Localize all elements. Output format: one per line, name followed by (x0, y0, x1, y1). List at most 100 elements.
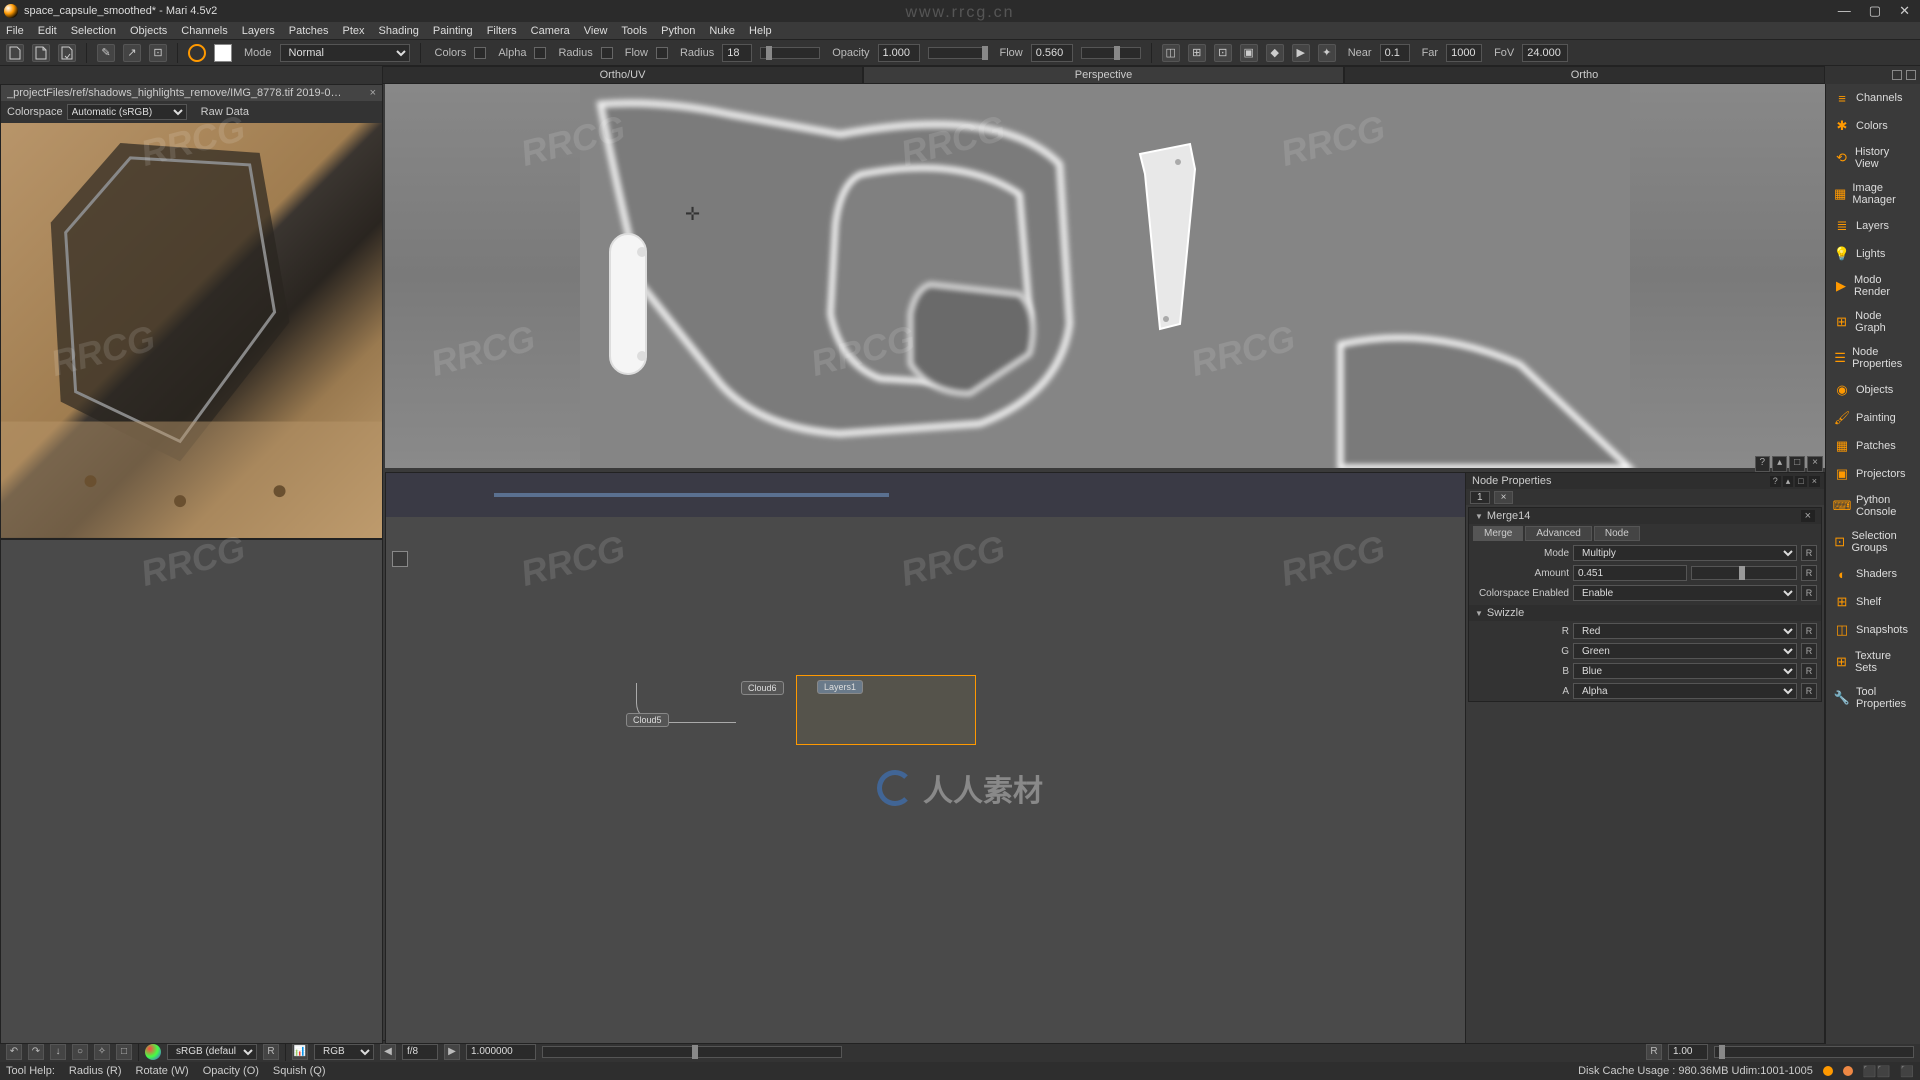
b-select[interactable]: Blue (1573, 663, 1797, 679)
value-slider[interactable] (1714, 1046, 1914, 1058)
new-icon[interactable] (6, 44, 24, 62)
menu-shading[interactable]: Shading (379, 25, 419, 37)
gamma-slider[interactable] (542, 1046, 842, 1058)
radius-slider[interactable] (760, 47, 820, 59)
sidebar-item-image-manager[interactable]: ▦Image Manager (1826, 176, 1920, 212)
reset-button[interactable]: R (1801, 643, 1817, 659)
amount-input[interactable] (1573, 565, 1687, 581)
sidebar-item-objects[interactable]: ◉Objects (1826, 376, 1920, 404)
reset-button[interactable]: R (1801, 565, 1817, 581)
menu-file[interactable]: File (6, 25, 24, 37)
panel-toggle-icon[interactable] (1892, 70, 1902, 80)
np-max-icon[interactable]: □ (1795, 476, 1806, 487)
colorspace-select[interactable]: Automatic (sRGB) (67, 104, 187, 120)
menu-selection[interactable]: Selection (71, 25, 116, 37)
section-header[interactable]: Merge14 (1487, 510, 1530, 522)
flow-checkbox[interactable] (656, 47, 668, 59)
a-select[interactable]: Alpha (1573, 683, 1797, 699)
node-graph-panel[interactable]: Cloud5 Cloud6 Layers1 (385, 472, 1560, 1044)
toolbar-icon-a[interactable]: ◫ (1162, 44, 1180, 62)
menu-filters[interactable]: Filters (487, 25, 517, 37)
close-button[interactable]: ✕ (1899, 3, 1910, 19)
np-up-icon[interactable]: ▴ (1783, 476, 1794, 487)
rgb-select[interactable]: RGB (314, 1044, 374, 1060)
r-button[interactable]: R (263, 1044, 279, 1060)
subtab-node[interactable]: Node (1594, 526, 1640, 541)
redo-icon[interactable]: ↷ (28, 1044, 44, 1060)
menu-patches[interactable]: Patches (289, 25, 329, 37)
sidebar-item-nodegraph[interactable]: ⊞Node Graph (1826, 304, 1920, 340)
menu-ptex[interactable]: Ptex (343, 25, 365, 37)
mode-select[interactable]: Multiply (1573, 545, 1797, 561)
minimize-button[interactable]: — (1838, 3, 1851, 19)
colors-checkbox[interactable] (474, 47, 486, 59)
vp-close-icon[interactable]: × (1807, 456, 1823, 472)
r-button-2[interactable]: R (1646, 1044, 1662, 1060)
sidebar-item-modo[interactable]: ▶Modo Render (1826, 268, 1920, 304)
sidebar-item-layers[interactable]: ≣Layers (1826, 212, 1920, 240)
panel-toggle-icon-2[interactable] (1906, 70, 1916, 80)
reset-button[interactable]: R (1801, 623, 1817, 639)
maximize-button[interactable]: ▢ (1869, 3, 1881, 19)
sidebar-item-colors[interactable]: ✱Colors (1826, 112, 1920, 140)
opacity-input[interactable] (878, 44, 920, 62)
menu-layers[interactable]: Layers (242, 25, 275, 37)
np-close-icon[interactable]: × (1809, 476, 1820, 487)
tool-icon-2[interactable]: ↗ (123, 44, 141, 62)
reset-button[interactable]: R (1801, 663, 1817, 679)
menu-camera[interactable]: Camera (531, 25, 570, 37)
sidebar-item-snapshots[interactable]: ◫Snapshots (1826, 616, 1920, 644)
sidebar-item-toolprops[interactable]: 🔧Tool Properties (1826, 680, 1920, 716)
reset-button[interactable]: R (1801, 683, 1817, 699)
tab-ortho[interactable]: Ortho (1344, 66, 1825, 84)
menu-tools[interactable]: Tools (621, 25, 647, 37)
sidebar-item-selection[interactable]: ⊡Selection Groups (1826, 524, 1920, 560)
near-input[interactable] (1380, 44, 1410, 62)
sidebar-item-channels[interactable]: ≡Channels (1826, 84, 1920, 112)
sidebar-item-shelf[interactable]: ⊞Shelf (1826, 588, 1920, 616)
sidebar-item-shaders[interactable]: ◐Shaders (1826, 560, 1920, 588)
menu-python[interactable]: Python (661, 25, 695, 37)
brush-ring-icon[interactable] (188, 44, 206, 62)
toolbar-icon-d[interactable]: ▣ (1240, 44, 1258, 62)
image-tab[interactable]: _projectFiles/ref/shadows_highlights_rem… (1, 85, 382, 101)
tool-icon-x2[interactable]: ✧ (94, 1044, 110, 1060)
tool-icon-1[interactable]: ✎ (97, 44, 115, 62)
sidebar-item-nodeprops[interactable]: ☰Node Properties (1826, 340, 1920, 376)
node-cloud5[interactable]: Cloud5 (626, 713, 669, 727)
swizzle-header[interactable]: Swizzle (1487, 607, 1524, 619)
histogram-icon[interactable]: 📊 (292, 1044, 308, 1060)
sidebar-item-lights[interactable]: 💡Lights (1826, 240, 1920, 268)
viewport-3d[interactable]: ✛ (385, 84, 1825, 468)
menu-view[interactable]: View (584, 25, 608, 37)
menu-nuke[interactable]: Nuke (709, 25, 735, 37)
sidebar-item-texturesets[interactable]: ⊞Texture Sets (1826, 644, 1920, 680)
image-tab-close-icon[interactable]: × (370, 87, 376, 99)
node-layers1[interactable]: Layers1 (817, 680, 863, 694)
sidebar-item-patches[interactable]: ▦Patches (1826, 432, 1920, 460)
toolbar-icon-e[interactable]: ◆ (1266, 44, 1284, 62)
sidebar-item-history[interactable]: ⟲History View (1826, 140, 1920, 176)
color-ball-icon[interactable] (145, 1044, 161, 1060)
value-input[interactable] (1668, 1044, 1708, 1060)
vp-help-icon[interactable]: ? (1755, 456, 1771, 472)
tab-perspective[interactable]: Perspective (863, 66, 1344, 84)
tool-icon-x1[interactable]: ○ (72, 1044, 88, 1060)
sidebar-item-projectors[interactable]: ▣Projectors (1826, 460, 1920, 488)
color-swatch[interactable] (214, 44, 232, 62)
section-close-icon[interactable]: × (1801, 510, 1815, 522)
prev-icon[interactable]: ◀ (380, 1044, 396, 1060)
menu-channels[interactable]: Channels (181, 25, 227, 37)
colorspace-select-bottom[interactable]: sRGB (default) (167, 1044, 257, 1060)
vp-max-icon[interactable]: □ (1789, 456, 1805, 472)
np-help-icon[interactable]: ? (1770, 476, 1781, 487)
sidebar-item-python[interactable]: ⌨Python Console (1826, 488, 1920, 524)
tab-ortho-uv[interactable]: Ortho/UV (382, 66, 863, 84)
menu-edit[interactable]: Edit (38, 25, 57, 37)
vp-up-icon[interactable]: ▴ (1772, 456, 1787, 472)
gamma-input[interactable] (466, 1044, 536, 1060)
sidebar-item-painting[interactable]: 🖌Painting (1826, 404, 1920, 432)
undo-icon[interactable]: ↶ (6, 1044, 22, 1060)
node-group-selected[interactable]: Layers1 (796, 675, 976, 745)
reset-button[interactable]: R (1801, 585, 1817, 601)
